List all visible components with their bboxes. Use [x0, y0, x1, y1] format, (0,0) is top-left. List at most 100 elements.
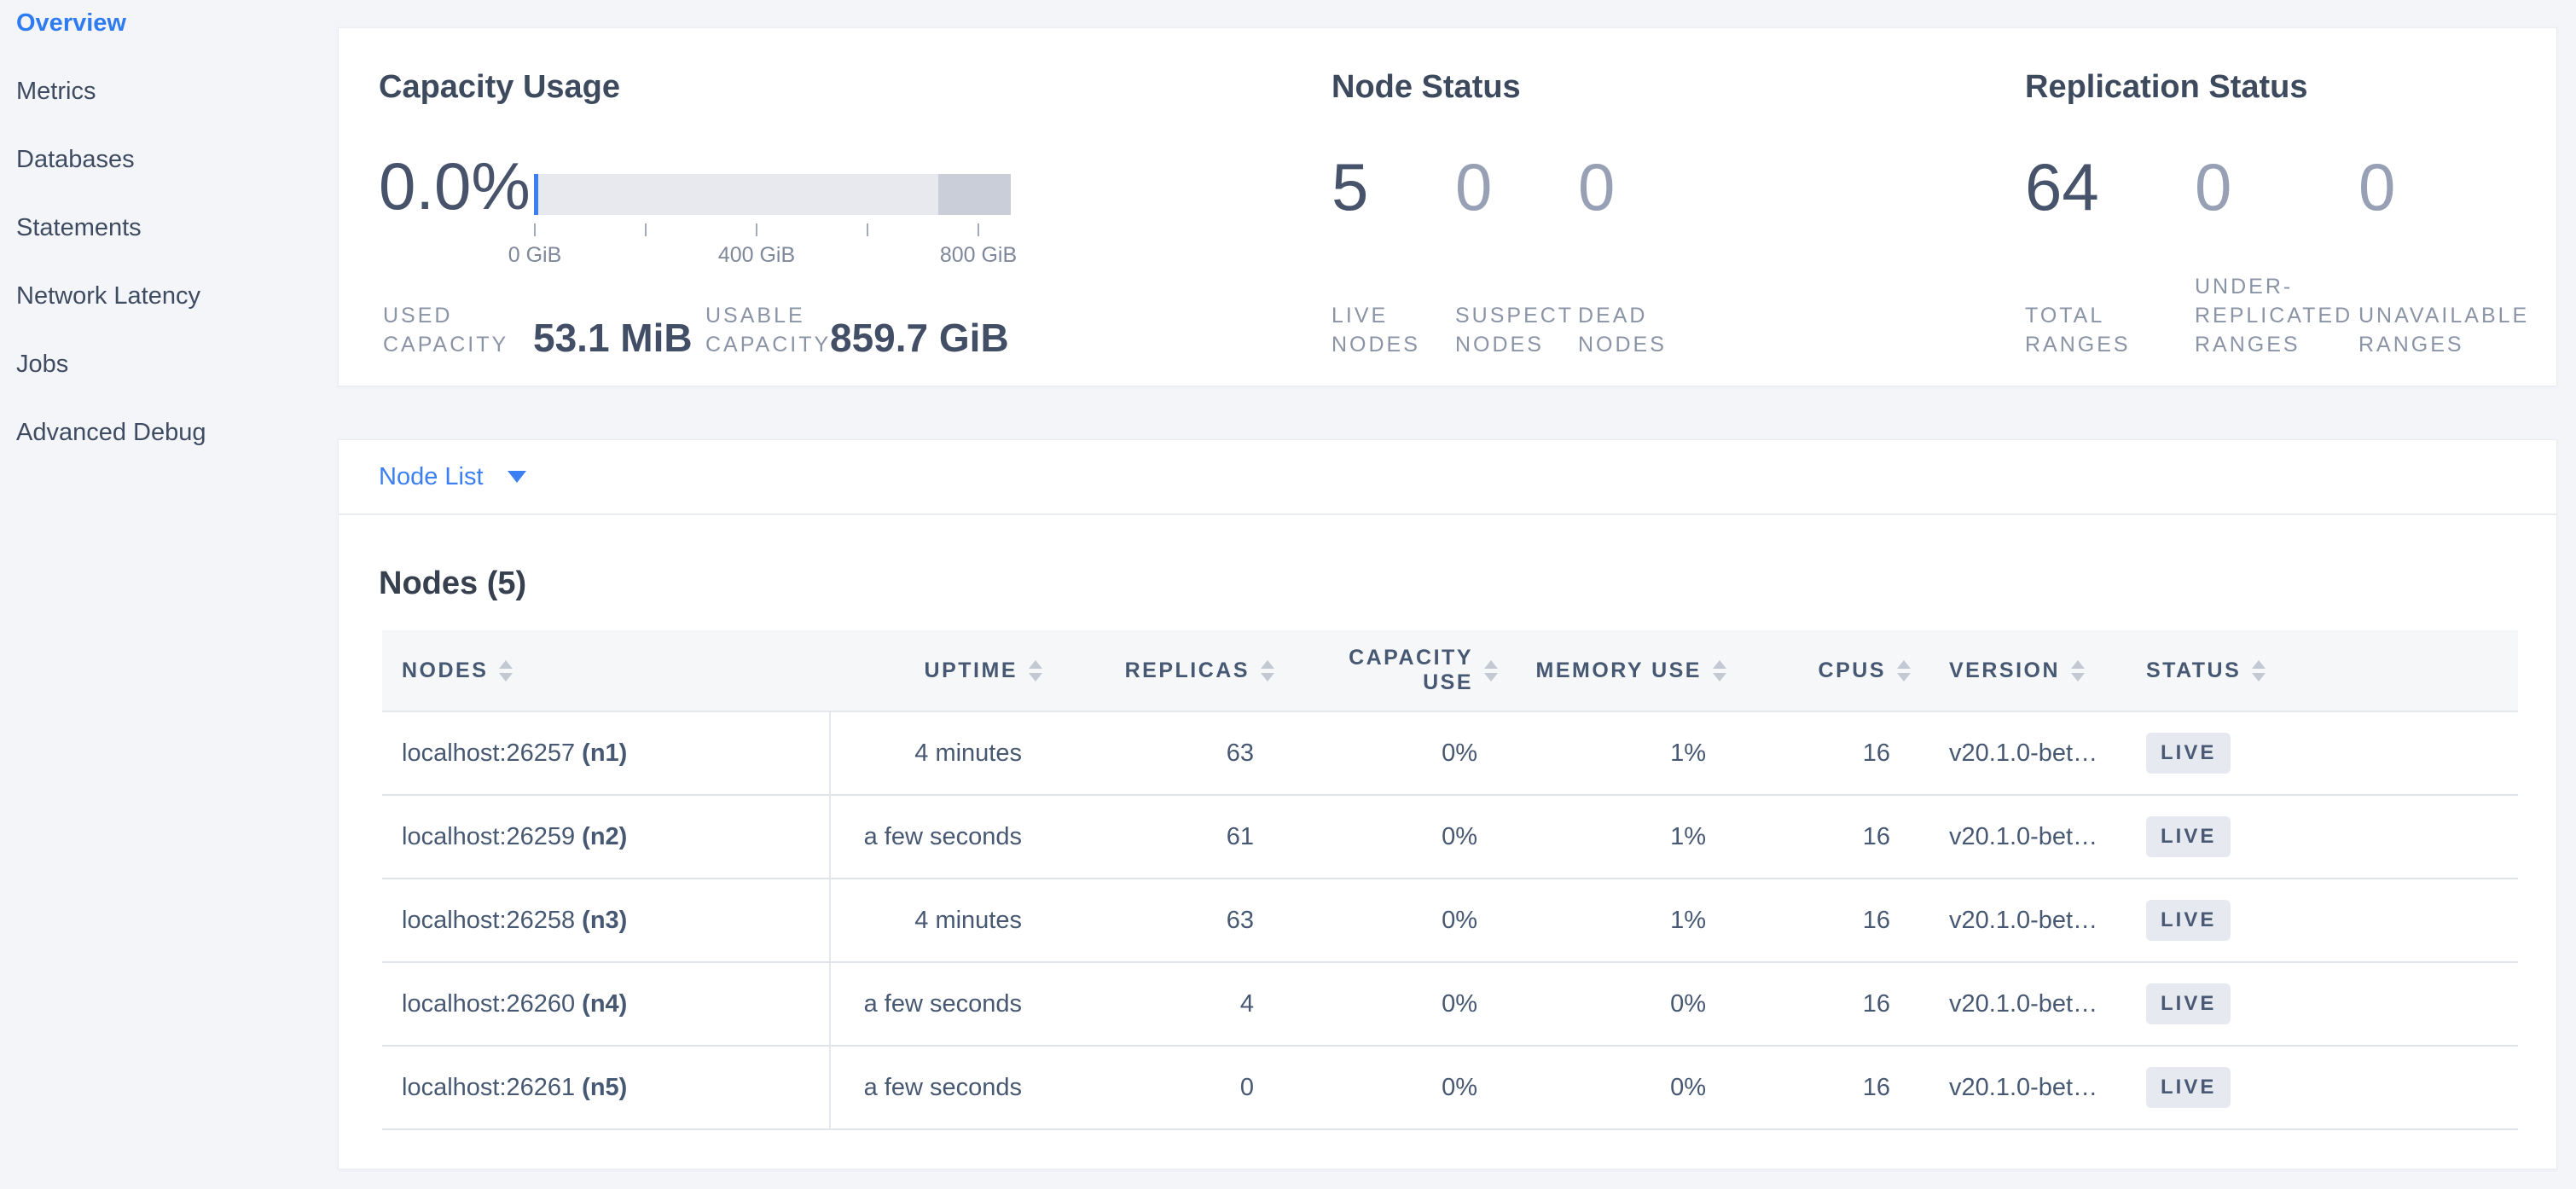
capacity-usage-bar [534, 174, 1011, 215]
node-list-dropdown-label: Node List [379, 463, 484, 491]
replication-status-title: Replication Status [2025, 70, 2308, 104]
capacity-used-percent: 0.0% [379, 148, 531, 224]
table-row[interactable]: localhost:26258(n3) 4 minutes 63 0% 1% 1… [382, 879, 2518, 963]
sidebar-item-databases[interactable]: Databases [16, 143, 315, 176]
axis-tick [756, 223, 757, 236]
sidebar-item-overview[interactable]: Overview [16, 7, 315, 39]
nodes-heading: Nodes (5) [379, 565, 526, 602]
node-address: localhost:26257 [402, 740, 575, 767]
table-header-row: NODES UPTIME REPLICAS CAPACITY USE MEMOR… [382, 630, 2518, 712]
sort-icon [499, 660, 513, 682]
caret-down-icon [508, 471, 526, 483]
cpus-cell: 16 [1737, 963, 1921, 1047]
used-capacity-value: 53.1 MiB [533, 316, 670, 359]
table-row[interactable]: localhost:26257(n1) 4 minutes 63 0% 1% 1… [382, 712, 2518, 796]
memory-use-cell: 0% [1508, 963, 1737, 1047]
node-list-dropdown[interactable]: Node List [379, 463, 526, 491]
version-cell: v20.1.0-bet… [1921, 796, 2134, 879]
status-badge: LIVE [2146, 983, 2231, 1024]
version-cell: v20.1.0-bet… [1921, 963, 2134, 1047]
sidebar-item-jobs[interactable]: Jobs [16, 348, 315, 380]
sort-icon [2071, 660, 2085, 682]
cluster-summary-card: Capacity Usage 0.0% 0 GiB 400 GiB 800 Gi… [338, 27, 2557, 386]
suspect-nodes-stat: 0 SUSPECT NODES [1455, 148, 1578, 359]
replicas-cell: 61 [1053, 796, 1285, 879]
version-cell: v20.1.0-bet… [1921, 712, 2134, 796]
live-nodes-value: 5 [1332, 148, 1455, 226]
sort-icon [1897, 660, 1911, 682]
sidebar-item-statements[interactable]: Statements [16, 212, 315, 244]
replicas-cell: 4 [1053, 963, 1285, 1047]
status-cell: LIVE [2134, 1047, 2518, 1130]
capacity-bar-axis: 0 GiB 400 GiB 800 GiB [534, 223, 1011, 275]
status-cell: LIVE [2134, 796, 2518, 879]
cpus-cell: 16 [1737, 879, 1921, 963]
column-header-nodes[interactable]: NODES [382, 630, 831, 712]
column-header-cpus[interactable]: CPUS [1737, 630, 1921, 712]
column-header-memory-use[interactable]: MEMORY USE [1508, 630, 1737, 712]
column-header-version[interactable]: VERSION [1921, 630, 2134, 712]
memory-use-cell: 1% [1508, 712, 1737, 796]
memory-use-cell: 1% [1508, 879, 1737, 963]
capacity-use-cell: 0% [1285, 963, 1508, 1047]
axis-tick [534, 223, 536, 236]
node-list-header: Node List [339, 440, 2556, 515]
column-header-capacity-use[interactable]: CAPACITY USE [1285, 630, 1508, 712]
table-row[interactable]: localhost:26260(n4) a few seconds 4 0% 0… [382, 963, 2518, 1047]
sort-icon [1484, 660, 1498, 682]
cpus-cell: 16 [1737, 1047, 1921, 1130]
uptime-cell: a few seconds [831, 1047, 1053, 1130]
sidebar-item-advanced-debug[interactable]: Advanced Debug [16, 416, 315, 449]
overview-page: Overview Metrics Databases Statements Ne… [0, 0, 2576, 1189]
uptime-cell: 4 minutes [831, 879, 1053, 963]
node-address: localhost:26260 [402, 990, 575, 1018]
usable-capacity-value: 859.7 GiB [830, 316, 1009, 359]
axis-tick [867, 223, 868, 236]
column-label: CPUS [1819, 658, 1886, 683]
node-id: (n1) [582, 740, 627, 767]
suspect-nodes-label: SUSPECT NODES [1455, 301, 1564, 359]
capacity-use-cell: 0% [1285, 879, 1508, 963]
column-header-replicas[interactable]: REPLICAS [1053, 630, 1285, 712]
node-address: localhost:26259 [402, 823, 575, 850]
under-replicated-stat: 0 UNDER-REPLICATED RANGES [2195, 148, 2358, 359]
node-status-title: Node Status [1332, 70, 1521, 104]
table-row[interactable]: localhost:26261(n5) a few seconds 0 0% 0… [382, 1047, 2518, 1130]
capacity-usage-title: Capacity Usage [379, 70, 620, 104]
sidebar: Overview Metrics Databases Statements Ne… [16, 7, 315, 484]
axis-tick-label: 400 GiB [697, 243, 816, 268]
sort-icon [1029, 660, 1042, 682]
axis-tick-label: 800 GiB [919, 243, 1038, 268]
total-ranges-stat: 64 TOTAL RANGES [2025, 148, 2195, 359]
column-label: MEMORY USE [1536, 658, 1702, 683]
live-nodes-label: LIVE NODES [1332, 301, 1442, 359]
status-badge: LIVE [2146, 816, 2231, 857]
replicas-cell: 63 [1053, 879, 1285, 963]
uptime-cell: 4 minutes [831, 712, 1053, 796]
column-label: UPTIME [925, 658, 1018, 683]
axis-tick [978, 223, 979, 236]
memory-use-cell: 0% [1508, 1047, 1737, 1130]
status-cell: LIVE [2134, 879, 2518, 963]
node-id: (n3) [582, 907, 627, 934]
total-ranges-value: 64 [2025, 148, 2195, 226]
node-status-stats: 5 LIVE NODES 0 SUSPECT NODES 0 DEAD NODE… [1332, 148, 1723, 359]
sort-icon [1713, 660, 1726, 682]
column-label: CAPACITY USE [1328, 646, 1473, 695]
column-header-uptime[interactable]: UPTIME [831, 630, 1053, 712]
dead-nodes-value: 0 [1578, 148, 1723, 226]
sidebar-item-metrics[interactable]: Metrics [16, 75, 315, 107]
column-header-status[interactable]: STATUS [2134, 630, 2518, 712]
capacity-summary: USED CAPACITY 53.1 MiB USABLE CAPACITY 8… [383, 301, 1009, 359]
under-replicated-label: UNDER-REPLICATED RANGES [2195, 272, 2345, 359]
live-nodes-stat: 5 LIVE NODES [1332, 148, 1455, 359]
table-row[interactable]: localhost:26259(n2) a few seconds 61 0% … [382, 796, 2518, 879]
node-cell: localhost:26260(n4) [382, 963, 831, 1047]
column-label: VERSION [1949, 658, 2060, 683]
sort-icon [2252, 660, 2266, 682]
capacity-bar-nonusable-segment [938, 174, 1011, 215]
version-cell: v20.1.0-bet… [1921, 1047, 2134, 1130]
sidebar-item-network-latency[interactable]: Network Latency [16, 280, 315, 312]
capacity-use-cell: 0% [1285, 796, 1508, 879]
dead-nodes-label: DEAD NODES [1578, 301, 1709, 359]
